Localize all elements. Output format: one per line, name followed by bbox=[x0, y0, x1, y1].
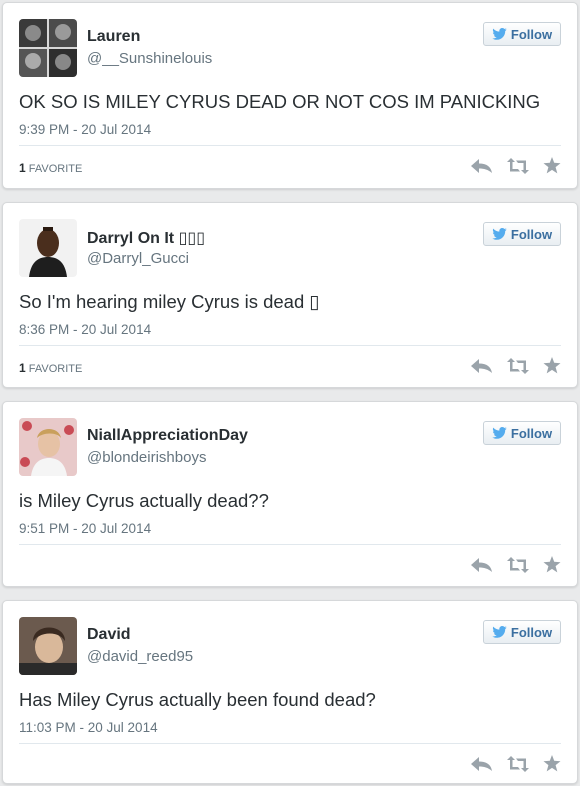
bird-icon bbox=[492, 228, 507, 240]
tweet-text: So I'm hearing miley Cyrus is dead ▯ bbox=[19, 291, 320, 312]
tweet-text: Has Miley Cyrus actually been found dead… bbox=[19, 689, 376, 710]
timestamp[interactable]: 9:39 PM - 20 Jul 2014 bbox=[19, 122, 151, 137]
follow-button[interactable]: Follow bbox=[483, 22, 561, 46]
avatar[interactable] bbox=[19, 219, 77, 277]
user-handle[interactable]: @__Sunshinelouis bbox=[87, 50, 212, 67]
divider bbox=[19, 743, 561, 744]
tweet-actions bbox=[471, 357, 561, 374]
follow-label: Follow bbox=[510, 425, 553, 441]
timestamp[interactable]: 8:36 PM - 20 Jul 2014 bbox=[19, 322, 151, 337]
bird-icon bbox=[492, 28, 507, 40]
timestamp[interactable]: 9:51 PM - 20 Jul 2014 bbox=[19, 521, 151, 536]
star-icon[interactable] bbox=[543, 157, 561, 174]
follow-button[interactable]: Follow bbox=[483, 222, 561, 246]
favorites-count[interactable]: 1 FAVORITE bbox=[19, 361, 82, 375]
tweet-card: David @david_reed95 Follow Has Miley Cyr… bbox=[2, 600, 578, 784]
favorites-number: 1 bbox=[19, 361, 26, 375]
follow-button[interactable]: Follow bbox=[483, 421, 561, 445]
follow-button[interactable]: Follow bbox=[483, 620, 561, 644]
tweet-text: OK SO IS MILEY CYRUS DEAD OR NOT COS IM … bbox=[19, 91, 541, 112]
reply-icon[interactable] bbox=[471, 756, 493, 771]
bird-icon bbox=[492, 427, 507, 439]
avatar[interactable] bbox=[19, 418, 77, 476]
user-name[interactable]: Darryl On It ▯▯▯ bbox=[87, 228, 205, 248]
retweet-icon[interactable] bbox=[507, 357, 529, 374]
retweet-icon[interactable] bbox=[507, 755, 529, 772]
star-icon[interactable] bbox=[543, 357, 561, 374]
divider bbox=[19, 145, 561, 146]
user-handle[interactable]: @david_reed95 bbox=[87, 648, 193, 665]
tweet-actions bbox=[471, 157, 561, 174]
tweet-card: Lauren @__Sunshinelouis Follow OK SO IS … bbox=[2, 2, 578, 189]
favorites-label: FAVORITE bbox=[28, 363, 83, 375]
tweet-actions bbox=[471, 556, 561, 573]
reply-icon[interactable] bbox=[471, 557, 493, 572]
tweet-card: Darryl On It ▯▯▯ @Darryl_Gucci Follow So… bbox=[2, 202, 578, 388]
favorites-label: FAVORITE bbox=[28, 163, 83, 175]
follow-label: Follow bbox=[510, 26, 553, 42]
tweet-actions bbox=[471, 755, 561, 772]
reply-icon[interactable] bbox=[471, 358, 493, 373]
divider bbox=[19, 544, 561, 545]
user-name[interactable]: NiallAppreciationDay bbox=[87, 427, 248, 445]
user-name[interactable]: David bbox=[87, 626, 131, 644]
star-icon[interactable] bbox=[543, 755, 561, 772]
retweet-icon[interactable] bbox=[507, 556, 529, 573]
avatar[interactable] bbox=[19, 19, 77, 77]
favorites-count[interactable]: 1 FAVORITE bbox=[19, 161, 82, 175]
user-handle[interactable]: @Darryl_Gucci bbox=[87, 250, 189, 267]
tweet-text: is Miley Cyrus actually dead?? bbox=[19, 490, 269, 511]
tweet-card: NiallAppreciationDay @blondeirishboys Fo… bbox=[2, 401, 578, 587]
follow-label: Follow bbox=[510, 226, 553, 242]
divider bbox=[19, 345, 561, 346]
timestamp[interactable]: 11:03 PM - 20 Jul 2014 bbox=[19, 720, 158, 735]
user-handle[interactable]: @blondeirishboys bbox=[87, 449, 206, 466]
follow-label: Follow bbox=[510, 624, 553, 640]
user-name[interactable]: Lauren bbox=[87, 28, 140, 46]
favorites-number: 1 bbox=[19, 161, 26, 175]
avatar[interactable] bbox=[19, 617, 77, 675]
bird-icon bbox=[492, 626, 507, 638]
retweet-icon[interactable] bbox=[507, 157, 529, 174]
reply-icon[interactable] bbox=[471, 158, 493, 173]
star-icon[interactable] bbox=[543, 556, 561, 573]
